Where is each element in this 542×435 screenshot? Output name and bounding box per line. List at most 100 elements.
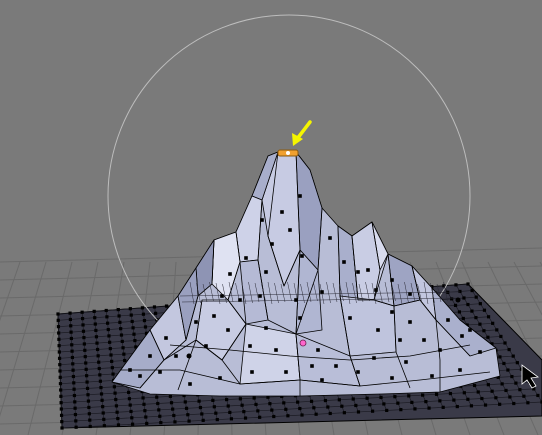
- plane-vertex: [114, 404, 119, 408]
- plane-vertex: [60, 420, 64, 424]
- plane-vertex: [93, 322, 97, 326]
- terrain-vertex: [300, 254, 304, 258]
- plane-vertex: [156, 401, 160, 406]
- plane-vertex: [109, 353, 113, 357]
- plane-vertex: [73, 412, 78, 417]
- terrain-vertex: [284, 370, 288, 374]
- plane-vertex: [73, 406, 77, 410]
- plane-vertex: [469, 404, 474, 408]
- terrain-vertex: [298, 194, 302, 198]
- terrain-vertex: [342, 260, 346, 264]
- plane-vertex: [466, 282, 470, 286]
- plane-vertex: [115, 410, 119, 414]
- plane-vertex: [132, 332, 136, 336]
- viewport-canvas[interactable]: [0, 0, 542, 435]
- plane-vertex: [197, 399, 201, 403]
- plane-vertex: [152, 305, 157, 309]
- plane-vertex: [129, 313, 133, 317]
- plane-vertex: [99, 392, 104, 396]
- plane-vertex: [486, 315, 491, 319]
- plane-vertex: [130, 422, 135, 426]
- plane-vertex: [69, 336, 74, 341]
- plane-vertex: [70, 343, 74, 347]
- plane-vertex: [104, 308, 108, 313]
- plane-vertex: [272, 414, 276, 419]
- plane-vertex: [121, 346, 125, 350]
- plane-vertex: [184, 406, 189, 410]
- plane-vertex: [98, 379, 102, 383]
- terrain-vertex: [148, 354, 152, 358]
- plane-vertex: [159, 421, 163, 425]
- plane-vertex: [59, 407, 63, 411]
- plane-vertex: [119, 327, 123, 331]
- plane-vertex: [102, 417, 106, 421]
- plane-vertex: [56, 318, 60, 322]
- plane-vertex: [186, 413, 190, 417]
- plane-vertex: [514, 381, 518, 385]
- plane-vertex: [168, 394, 172, 398]
- plane-vertex: [83, 355, 87, 359]
- plane-vertex: [116, 307, 120, 312]
- plane-vertex: [183, 400, 187, 404]
- plane-vertex: [86, 393, 90, 397]
- plane-vertex: [399, 408, 403, 412]
- vertex-marker: [186, 353, 192, 359]
- plane-vertex: [510, 374, 514, 379]
- plane-vertex: [448, 391, 453, 396]
- plane-vertex: [92, 309, 96, 313]
- plane-vertex: [130, 319, 134, 324]
- plane-vertex: [354, 403, 358, 408]
- plane-vertex: [172, 413, 176, 418]
- plane-vertex: [228, 410, 232, 415]
- selected-vertex-center: [286, 151, 290, 155]
- plane-vertex: [298, 406, 302, 411]
- plane-vertex: [268, 402, 272, 406]
- plane-vertex: [58, 369, 62, 373]
- plane-vertex: [111, 372, 115, 376]
- plane-vertex: [74, 419, 78, 423]
- plane-vertex: [512, 401, 516, 406]
- plane-vertex: [59, 413, 64, 417]
- plane-vertex: [94, 335, 99, 339]
- terrain-vertex: [310, 364, 314, 368]
- plane-vertex: [81, 323, 85, 327]
- plane-vertex: [108, 340, 112, 344]
- plane-vertex: [478, 322, 482, 326]
- plane-vertex: [96, 354, 100, 358]
- plane-vertex: [113, 391, 117, 395]
- plane-vertex: [56, 312, 60, 316]
- plane-vertex: [108, 347, 112, 351]
- plane-vertex: [127, 397, 132, 401]
- terrain-vertex: [348, 316, 352, 320]
- plane-vertex: [337, 398, 341, 402]
- plane-vertex: [238, 397, 243, 401]
- terrain-vertex: [408, 292, 412, 296]
- terrain-vertex: [298, 316, 302, 320]
- plane-vertex: [478, 302, 482, 306]
- plane-vertex: [80, 316, 85, 321]
- plane-vertex: [502, 361, 506, 366]
- plane-vertex: [95, 341, 99, 345]
- terrain-vertex: [398, 338, 402, 342]
- 3d-viewport[interactable]: [0, 0, 542, 435]
- plane-vertex: [342, 411, 346, 415]
- terrain-vertex: [264, 270, 268, 274]
- plane-vertex: [474, 316, 478, 320]
- plane-vertex: [270, 408, 274, 412]
- plane-vertex: [97, 360, 101, 364]
- plane-vertex: [427, 406, 431, 410]
- plane-vertex: [504, 388, 508, 393]
- plane-vertex: [70, 355, 75, 360]
- plane-vertex: [200, 412, 204, 416]
- plane-vertex: [455, 404, 459, 409]
- plane-vertex: [314, 412, 318, 416]
- plane-vertex: [254, 402, 258, 407]
- plane-vertex: [59, 388, 63, 392]
- plane-vertex: [158, 414, 162, 418]
- plane-vertex: [105, 315, 109, 319]
- plane-vertex: [511, 354, 515, 358]
- plane-vertex: [114, 397, 118, 402]
- plane-vertex: [105, 321, 110, 325]
- terrain-vertex: [274, 348, 278, 352]
- plane-vertex: [60, 426, 64, 430]
